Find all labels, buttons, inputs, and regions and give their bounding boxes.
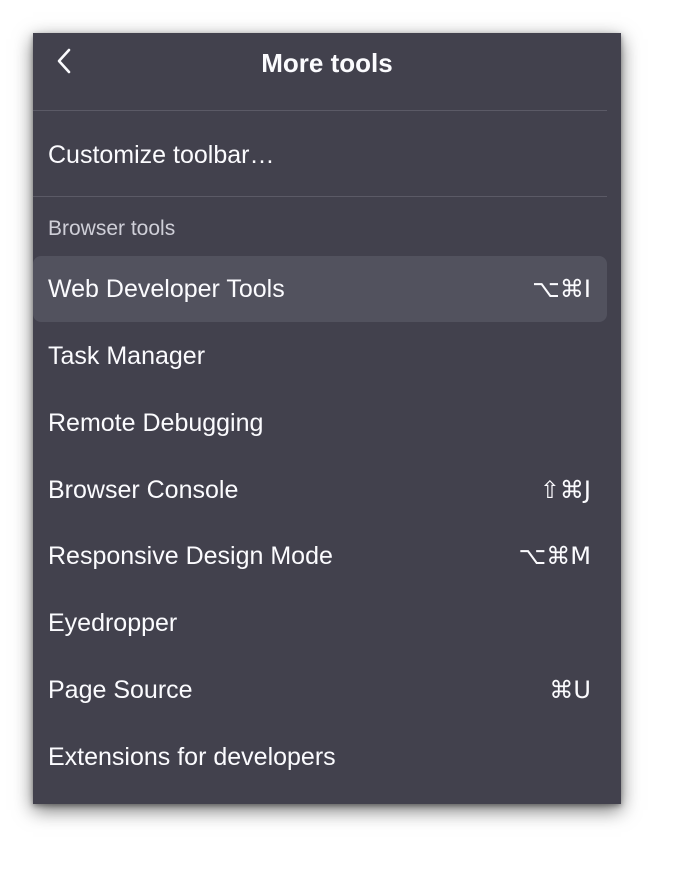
menu-item-remote-debugging[interactable]: Remote Debugging [33, 390, 607, 456]
panel-header: More tools [33, 33, 621, 110]
customize-toolbar-label: Customize toolbar… [48, 141, 275, 169]
menu-item-responsive-design-mode[interactable]: Responsive Design Mode ⌥⌘M [33, 523, 607, 589]
menu-item-shortcut: ⌥⌘I [532, 275, 591, 303]
menu-item-task-manager[interactable]: Task Manager [33, 323, 607, 389]
panel-title: More tools [261, 48, 393, 78]
menu-item-label: Browser Console [48, 476, 239, 504]
menu-item-label: Web Developer Tools [48, 275, 285, 303]
section-heading-browser-tools: Browser tools [48, 217, 176, 240]
header-divider [33, 110, 607, 111]
menu-item-page-source[interactable]: Page Source ⌘U [33, 657, 607, 723]
menu-item-shortcut: ⌥⌘M [518, 542, 591, 570]
menu-item-eyedropper[interactable]: Eyedropper [33, 590, 607, 656]
menu-item-label: Extensions for developers [48, 743, 336, 771]
menu-item-label: Eyedropper [48, 609, 178, 637]
menu-item-label: Remote Debugging [48, 409, 264, 437]
menu-item-label: Responsive Design Mode [48, 542, 333, 570]
more-tools-panel: More tools Customize toolbar… Browser to… [33, 33, 621, 804]
menu-item-label: Page Source [48, 676, 193, 704]
menu-item-browser-console[interactable]: Browser Console ⇧⌘J [33, 457, 607, 523]
menu-item-extensions-for-developers[interactable]: Extensions for developers [33, 724, 607, 790]
menu-item-shortcut: ⌘U [549, 676, 591, 704]
menu-item-label: Task Manager [48, 342, 206, 370]
menu-item-shortcut: ⇧⌘J [539, 476, 591, 504]
menu-item-web-developer-tools[interactable]: Web Developer Tools ⌥⌘I [33, 256, 607, 322]
customize-toolbar-item[interactable]: Customize toolbar… [33, 122, 607, 188]
section-divider [33, 196, 607, 197]
